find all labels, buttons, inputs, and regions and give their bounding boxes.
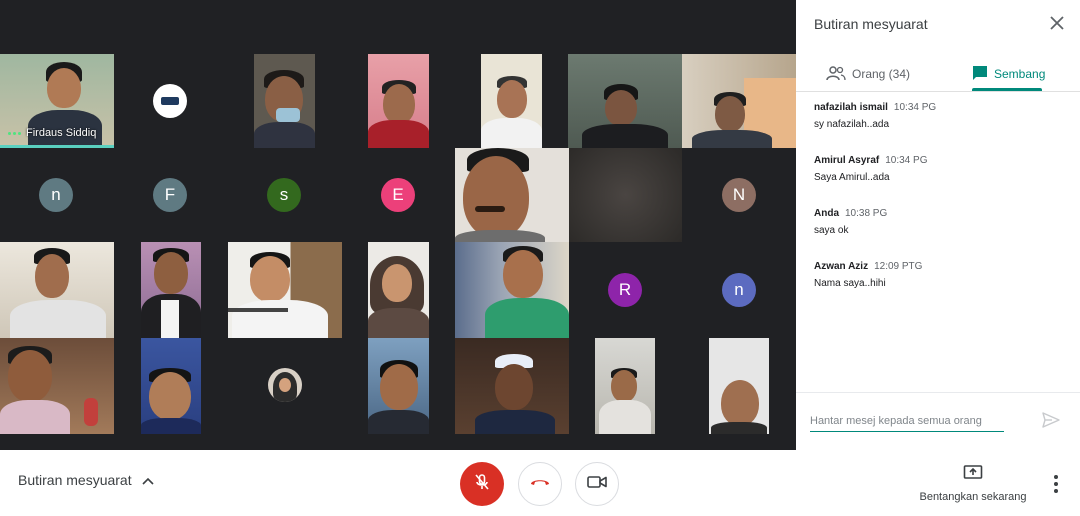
- more-vert-icon[interactable]: [1046, 472, 1066, 496]
- chevron-up-icon: [142, 472, 154, 488]
- divider: [796, 392, 1080, 393]
- tab-people-label: Orang (34): [852, 67, 911, 81]
- chat-message: nafazilah ismail 10:34 PG sy nafazilah..a…: [814, 102, 1064, 130]
- participant-avatar: N: [722, 178, 756, 212]
- chat-message: Anda 10:38 PG saya ok: [814, 208, 1064, 236]
- participant-tile-self[interactable]: Firdaus Siddiq: [0, 54, 114, 148]
- audio-level-icon: [8, 131, 21, 135]
- participant-tile[interactable]: [455, 242, 569, 338]
- self-name-label: Firdaus Siddiq: [26, 127, 97, 139]
- participant-tile-avatar[interactable]: n: [682, 242, 796, 338]
- participant-tile[interactable]: [569, 148, 682, 242]
- participant-tile-avatar[interactable]: n: [0, 148, 114, 242]
- participant-tile[interactable]: [368, 338, 429, 434]
- message-sender: nafazilah ismail: [814, 102, 888, 113]
- message-text: saya ok: [814, 225, 849, 236]
- participant-avatar: E: [381, 178, 415, 212]
- meeting-details-panel: Butiran mesyuarat Orang (34) Sembang naf…: [796, 0, 1080, 450]
- participant-tile[interactable]: [368, 242, 429, 338]
- participant-avatar: s: [267, 178, 301, 212]
- tab-people[interactable]: Orang (34): [826, 58, 910, 90]
- tab-chat-label: Sembang: [994, 67, 1046, 81]
- participant-tile[interactable]: [0, 242, 114, 338]
- message-time: 10:34 PG: [885, 155, 928, 166]
- close-icon[interactable]: [1048, 14, 1066, 32]
- videocam-icon: [586, 474, 608, 495]
- participant-tile[interactable]: [595, 338, 655, 434]
- participant-tile[interactable]: [0, 338, 114, 434]
- chat-icon: [972, 65, 988, 84]
- participant-tile[interactable]: [682, 54, 796, 148]
- participant-tile[interactable]: [368, 54, 429, 148]
- participant-tile-avatar[interactable]: N: [682, 148, 796, 242]
- participant-tile-avatar[interactable]: s: [228, 148, 342, 242]
- participant-avatar: n: [39, 178, 73, 212]
- participant-tile-photo-avatar[interactable]: [228, 338, 342, 434]
- phone-hangup-icon: [529, 475, 551, 493]
- panel-title: Butiran mesyuarat: [814, 16, 928, 32]
- participant-tile-avatar[interactable]: F: [114, 148, 228, 242]
- participant-avatar: F: [153, 178, 187, 212]
- divider: [796, 91, 1080, 92]
- message-text: Saya Amirul..ada: [814, 172, 890, 183]
- send-icon[interactable]: [1040, 409, 1062, 431]
- present-now-label: Bentangkan sekarang: [919, 491, 1027, 503]
- mic-toggle-button[interactable]: [460, 462, 504, 506]
- message-sender: Amirul Asyraf: [814, 155, 880, 166]
- camera-toggle-button[interactable]: [575, 462, 619, 506]
- meeting-details-label: Butiran mesyuarat: [18, 472, 132, 488]
- meet-window: Firdaus Siddiq n F s E N R n Butiran mes…: [0, 0, 1080, 516]
- tab-chat[interactable]: Sembang: [972, 58, 1045, 90]
- participant-tile-featured[interactable]: [455, 148, 569, 242]
- message-time: 10:34 PG: [893, 102, 937, 113]
- organization-logo-icon: [153, 84, 187, 118]
- present-now-button[interactable]: Bentangkan sekarang: [918, 464, 1028, 503]
- participant-tile[interactable]: [568, 54, 682, 148]
- participant-avatar: R: [608, 273, 642, 307]
- participant-photo-avatar: [268, 368, 302, 402]
- participant-tile-logo[interactable]: [114, 54, 228, 148]
- message-text: sy nafazilah..ada: [814, 119, 890, 130]
- participant-tile[interactable]: [228, 242, 342, 338]
- message-time: 10:38 PG: [845, 208, 888, 219]
- control-bar: Butiran mesyuarat Bentangkan sekarang: [0, 450, 1080, 516]
- participant-tile-avatar[interactable]: R: [569, 242, 682, 338]
- participant-avatar: n: [722, 273, 756, 307]
- message-time: 12:09 PTG: [874, 261, 923, 272]
- participant-tile[interactable]: [709, 338, 769, 434]
- mic-off-icon: [472, 472, 492, 497]
- message-sender: Anda: [814, 208, 839, 219]
- participant-tile[interactable]: [455, 338, 569, 434]
- chat-message: Azwan Aziz 12:09 PTG Nama saya..hihi: [814, 261, 1064, 289]
- people-icon: [826, 65, 846, 84]
- video-grid: Firdaus Siddiq n F s E N R n: [0, 0, 796, 450]
- participant-tile[interactable]: [141, 338, 201, 434]
- present-screen-icon: [963, 464, 983, 487]
- message-text: Nama saya..hihi: [814, 278, 886, 289]
- participant-tile[interactable]: [141, 242, 201, 338]
- leave-call-button[interactable]: [518, 462, 562, 506]
- participant-tile-avatar[interactable]: E: [342, 148, 456, 242]
- participant-tile[interactable]: [481, 54, 542, 148]
- participant-tile[interactable]: [254, 54, 315, 148]
- meeting-details-button[interactable]: Butiran mesyuarat: [18, 472, 154, 488]
- chat-message: Amirul Asyraf 10:34 PG Saya Amirul..ada: [814, 155, 1064, 183]
- message-sender: Azwan Aziz: [814, 261, 869, 272]
- chat-message-input[interactable]: [810, 410, 1004, 432]
